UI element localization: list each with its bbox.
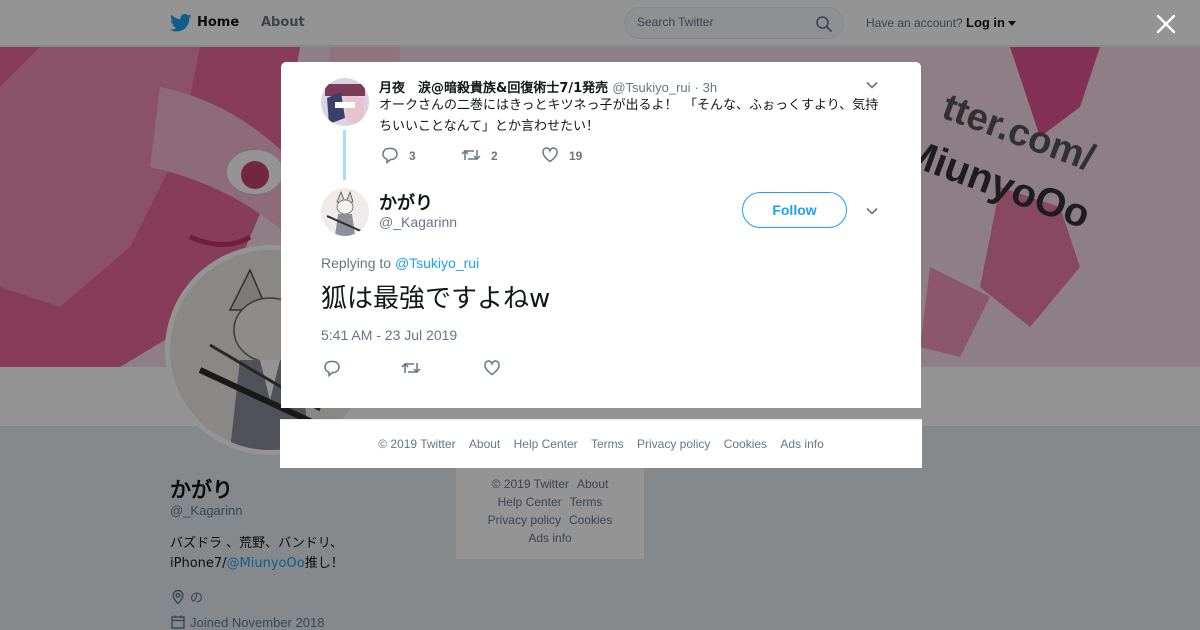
- footer-privacy-link[interactable]: Privacy policy: [637, 437, 710, 451]
- main-like-action[interactable]: [483, 358, 501, 377]
- parent-like-action[interactable]: 19: [541, 146, 582, 164]
- chevron-down-icon[interactable]: [865, 204, 879, 218]
- reply-icon: [324, 360, 340, 378]
- heart-icon: [542, 147, 558, 163]
- replying-to-line: Replying to @Tsukiyo_rui: [321, 255, 479, 271]
- follow-button[interactable]: Follow: [742, 192, 847, 228]
- chevron-down-icon[interactable]: [865, 78, 879, 92]
- main-tweet-text: 狐は最強ですよねw: [321, 284, 551, 314]
- parent-retweet-count: 2: [491, 149, 498, 163]
- parent-avatar-image: [321, 78, 369, 126]
- footer-about-link[interactable]: About: [469, 437, 500, 451]
- parent-author-name[interactable]: 月夜 涙@暗殺貴族&回復術士7/1発売: [379, 81, 608, 96]
- heart-icon: [484, 360, 500, 376]
- footer-ads-link[interactable]: Ads info: [780, 437, 823, 451]
- parent-tweet-header: 月夜 涙@暗殺貴族&回復術士7/1発売 @Tsukiyo_rui · 3h: [379, 77, 717, 96]
- parent-tweet-text: オークさんの二巻にはきっとキツネっ子が出るよ！ 「そんな、ふぉっくすより、気持ち…: [379, 98, 879, 134]
- parent-tweet-time[interactable]: · 3h: [695, 80, 717, 95]
- parent-reply-count: 3: [409, 149, 416, 163]
- main-tweet-avatar[interactable]: [321, 188, 369, 236]
- main-author-handle[interactable]: @_Kagarinn: [379, 214, 457, 230]
- parent-retweet-action[interactable]: 2: [461, 146, 498, 164]
- parent-like-count: 19: [569, 149, 583, 163]
- footer-cookies-link[interactable]: Cookies: [724, 437, 767, 451]
- thread-connector-line: [343, 130, 346, 180]
- tweet-modal: 月夜 涙@暗殺貴族&回復術士7/1発売 @Tsukiyo_rui · 3h オー…: [281, 62, 921, 408]
- close-icon[interactable]: [1155, 13, 1177, 35]
- retweet-icon: [401, 362, 421, 374]
- retweet-icon: [461, 149, 481, 161]
- main-reply-action[interactable]: [323, 358, 341, 378]
- main-author-name[interactable]: かがり: [379, 189, 433, 215]
- footer-copyright: © 2019 Twitter: [378, 437, 456, 451]
- modal-footer: © 2019 Twitter About Help Center Terms P…: [280, 419, 922, 468]
- parent-tweet-avatar[interactable]: [321, 78, 369, 126]
- footer-terms-link[interactable]: Terms: [591, 437, 624, 451]
- parent-reply-action[interactable]: 3: [381, 146, 416, 165]
- reply-icon: [382, 147, 398, 165]
- main-retweet-action[interactable]: [401, 358, 421, 377]
- main-avatar-image: [321, 188, 369, 236]
- parent-author-handle[interactable]: @Tsukiyo_rui: [612, 80, 690, 95]
- replying-to-label: Replying to: [321, 255, 392, 271]
- main-tweet-timestamp[interactable]: 5:41 AM - 23 Jul 2019: [321, 327, 457, 343]
- replying-to-link[interactable]: @Tsukiyo_rui: [395, 255, 479, 271]
- footer-help-link[interactable]: Help Center: [514, 437, 578, 451]
